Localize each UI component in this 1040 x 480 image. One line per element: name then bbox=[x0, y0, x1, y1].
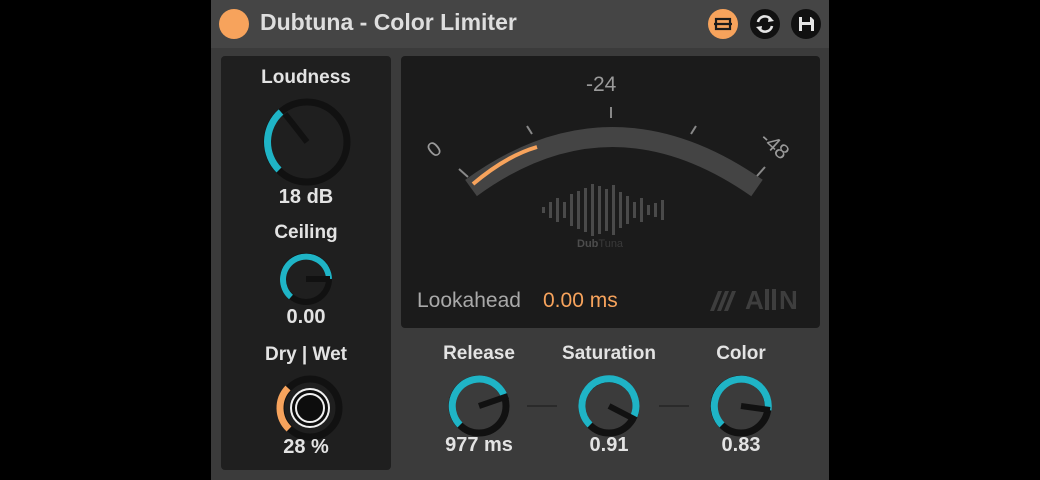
title-bar: Dubtuna - Color Limiter bbox=[211, 0, 829, 48]
color-label: Color bbox=[716, 343, 766, 364]
aiin-logo: A N bbox=[709, 284, 809, 314]
loudness-label: Loudness bbox=[261, 67, 351, 88]
left-panel: Loudness 18 dB Ceiling 0.00 Dry | Wet 28… bbox=[221, 56, 391, 470]
saturation-knob[interactable] bbox=[575, 372, 643, 440]
ceiling-value: 0.00 bbox=[286, 306, 326, 328]
color-value: 0.83 bbox=[721, 434, 761, 456]
ceiling-knob[interactable] bbox=[276, 249, 336, 309]
lookahead-value[interactable]: 0.00 ms bbox=[543, 289, 618, 313]
saturation-label: Saturation bbox=[562, 343, 656, 364]
loudness-value: 18 dB bbox=[278, 186, 334, 208]
release-value: 977 ms bbox=[445, 434, 513, 456]
saturation-value: 0.91 bbox=[589, 434, 629, 456]
meter-display: 0 -24 -48 DubTuna Lookahead 0.00 ms A N bbox=[401, 56, 820, 328]
save-icon[interactable] bbox=[790, 8, 822, 40]
brand-text-a: Dub bbox=[577, 238, 599, 250]
scale-label-middle: -24 bbox=[586, 73, 617, 96]
svg-text:A: A bbox=[745, 285, 764, 314]
waveform-logo bbox=[542, 184, 664, 236]
power-toggle[interactable] bbox=[219, 9, 249, 39]
color-knob[interactable] bbox=[707, 372, 775, 440]
drywet-label: Dry | Wet bbox=[264, 344, 348, 365]
svg-text:N: N bbox=[779, 285, 798, 314]
ceiling-label: Ceiling bbox=[274, 222, 338, 243]
drywet-knob[interactable] bbox=[274, 372, 346, 444]
connector-line bbox=[659, 405, 689, 407]
loudness-knob[interactable] bbox=[259, 94, 355, 190]
connector-line bbox=[527, 405, 557, 407]
release-label: Release bbox=[443, 343, 515, 364]
release-knob[interactable] bbox=[445, 372, 513, 440]
swap-icon[interactable] bbox=[749, 8, 781, 40]
plugin-device: Dubtuna - Color Limiter Loudness 18 dB C… bbox=[211, 0, 829, 480]
device-title: Dubtuna - Color Limiter bbox=[260, 9, 517, 35]
expand-icon[interactable] bbox=[707, 8, 739, 40]
brand-text-b: Tuna bbox=[598, 238, 624, 250]
lookahead-label: Lookahead bbox=[417, 289, 521, 312]
brand-text: DubTuna bbox=[577, 238, 623, 250]
drywet-value: 28 % bbox=[283, 436, 329, 458]
